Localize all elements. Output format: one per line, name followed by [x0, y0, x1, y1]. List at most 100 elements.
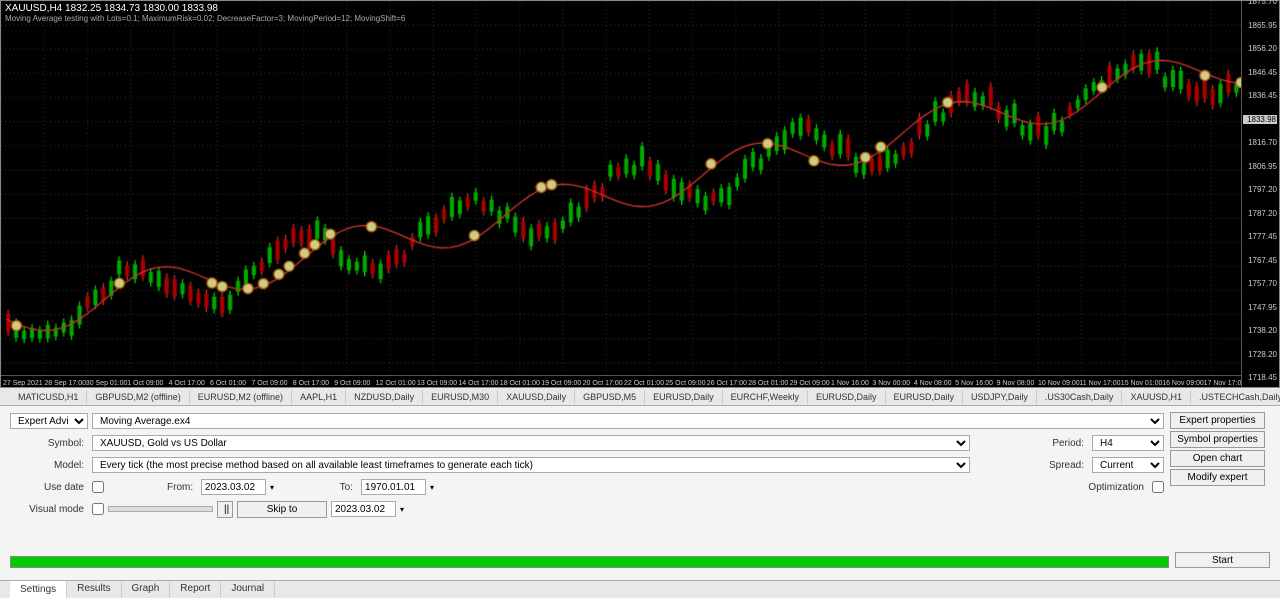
x-tick: 30 Sep 01:00 [86, 380, 128, 387]
x-tick: 9 Oct 09:00 [334, 380, 370, 387]
x-tick: 4 Oct 17:00 [169, 380, 205, 387]
instrument-tab[interactable]: GBPUSD,M5 [575, 390, 645, 404]
x-tick: 26 Oct 17:00 [707, 380, 747, 387]
optimization-checkbox[interactable] [1152, 481, 1164, 493]
instrument-tab[interactable]: EURUSD,Daily [886, 390, 964, 404]
tester-tab-journal[interactable]: Journal [221, 581, 275, 598]
tester-panel: Expert Advisor Moving Average.ex4 Symbol… [0, 406, 1280, 580]
x-tick: 9 Nov 08:00 [997, 380, 1035, 387]
advisor-type-select[interactable]: Expert Advisor [10, 413, 88, 429]
skipto-button[interactable]: Skip to [237, 501, 327, 518]
tester-tab-report[interactable]: Report [170, 581, 221, 598]
modify-expert-button[interactable]: Modify expert [1170, 469, 1265, 486]
symbol-properties-button[interactable]: Symbol properties [1170, 431, 1265, 448]
y-tick: 1865.95 [1243, 21, 1277, 30]
y-tick: 1856.20 [1243, 44, 1277, 53]
period-select[interactable]: H4 [1092, 435, 1164, 451]
expert-properties-button[interactable]: Expert properties [1170, 412, 1265, 429]
y-tick: 1718.45 [1243, 373, 1277, 382]
x-tick: 5 Nov 16:00 [955, 380, 993, 387]
x-axis: 27 Sep 202128 Sep 17:0030 Sep 01:001 Oct… [1, 375, 1241, 387]
open-chart-button[interactable]: Open chart [1170, 450, 1265, 467]
start-button[interactable]: Start [1175, 552, 1270, 568]
chart-header: XAUUSD,H4 1832.25 1834.73 1830.00 1833.9… [5, 3, 405, 23]
x-tick: 29 Oct 09:00 [790, 380, 830, 387]
instrument-tab[interactable]: .US30Cash,Daily [1037, 390, 1123, 404]
y-tick: 1816.70 [1243, 138, 1277, 147]
model-select[interactable]: Every tick (the most precise method base… [92, 457, 970, 473]
instrument-tab[interactable]: EURUSD,M2 (offline) [190, 390, 292, 404]
y-tick: 1797.20 [1243, 185, 1277, 194]
y-tick: 1777.45 [1243, 232, 1277, 241]
instrument-tab[interactable]: NZDUSD,Daily [346, 390, 423, 404]
tester-tab-results[interactable]: Results [67, 581, 121, 598]
usedate-checkbox[interactable] [92, 481, 104, 493]
tester-tabs[interactable]: SettingsResultsGraphReportJournal [0, 580, 1280, 598]
chart-area[interactable]: XAUUSD,H4 1832.25 1834.73 1830.00 1833.9… [0, 0, 1280, 388]
instrument-tab[interactable]: EURCHF,Weekly [723, 390, 808, 404]
x-tick: 25 Oct 09:00 [665, 380, 705, 387]
x-tick: 28 Oct 01:00 [748, 380, 788, 387]
y-tick: 1806.95 [1243, 162, 1277, 171]
skipto-date-picker-icon[interactable]: ▾ [400, 505, 404, 514]
x-tick: 10 Nov 09:00 [1038, 380, 1080, 387]
y-tick: 1738.20 [1243, 326, 1277, 335]
x-tick: 6 Oct 01:00 [210, 380, 246, 387]
visual-checkbox[interactable] [92, 503, 104, 515]
skipto-date-input[interactable] [331, 501, 396, 517]
spread-select[interactable]: Current [1092, 457, 1164, 473]
progress-bar [10, 556, 1169, 568]
tester-tab-settings[interactable]: Settings [10, 581, 67, 598]
to-label: To: [337, 482, 357, 493]
visual-label: Visual mode [10, 504, 88, 515]
x-tick: 4 Nov 08:00 [914, 380, 952, 387]
x-tick: 11 Nov 17:00 [1079, 380, 1120, 387]
to-date-picker-icon[interactable]: ▾ [430, 483, 434, 492]
speed-slider[interactable] [108, 506, 213, 512]
x-tick: 27 Sep 2021 [3, 380, 43, 387]
x-tick: 8 Oct 17:00 [293, 380, 329, 387]
from-date-input[interactable] [201, 479, 266, 495]
x-tick: 13 Oct 09:00 [417, 380, 457, 387]
y-tick: 1836.45 [1243, 91, 1277, 100]
instrument-tab[interactable]: .USTECHCash,Daily [1191, 390, 1280, 404]
pause-button[interactable]: || [217, 501, 233, 518]
x-tick: 20 Oct 17:00 [583, 380, 623, 387]
instrument-tab[interactable]: EURUSD,M30 [423, 390, 498, 404]
instrument-tab[interactable]: EURUSD,Daily [645, 390, 723, 404]
y-tick: 1747.95 [1243, 303, 1277, 312]
x-tick: 19 Oct 09:00 [541, 380, 581, 387]
x-tick: 18 Oct 01:00 [500, 380, 540, 387]
y-tick: 1875.70 [1243, 0, 1277, 6]
instrument-tab[interactable]: MATICUSD,H1 [10, 390, 87, 404]
x-tick: 7 Oct 09:00 [251, 380, 287, 387]
symbol-label: Symbol: [10, 438, 88, 449]
instrument-tabs[interactable]: MATICUSD,H1GBPUSD,M2 (offline)EURUSD,M2 … [0, 388, 1280, 406]
x-tick: 15 Nov 01:00 [1121, 380, 1163, 387]
advisor-file-select[interactable]: Moving Average.ex4 [92, 413, 1164, 429]
to-date-input[interactable] [361, 479, 426, 495]
instrument-tab[interactable]: GBPUSD,M2 (offline) [87, 390, 189, 404]
y-tick: 1757.70 [1243, 279, 1277, 288]
x-tick: 1 Nov 16:00 [831, 380, 869, 387]
x-tick: 16 Nov 09:00 [1162, 380, 1204, 387]
instrument-tab[interactable]: EURUSD,Daily [808, 390, 886, 404]
period-label: Period: [1038, 438, 1088, 449]
usedate-label: Use date [10, 482, 88, 493]
x-tick: 28 Sep 17:00 [44, 380, 86, 387]
current-price-marker: 1833.98 [1243, 115, 1277, 124]
from-date-picker-icon[interactable]: ▾ [270, 483, 274, 492]
chart-subtitle: Moving Average testing with Lots=0.1; Ma… [5, 14, 405, 23]
chart-canvas[interactable] [1, 1, 1279, 387]
tester-tab-graph[interactable]: Graph [122, 581, 171, 598]
instrument-tab[interactable]: XAUUSD,Daily [498, 390, 575, 404]
x-tick: 3 Nov 00:00 [872, 380, 910, 387]
x-tick: 22 Oct 01:00 [624, 380, 664, 387]
symbol-select[interactable]: XAUUSD, Gold vs US Dollar [92, 435, 970, 451]
model-label: Model: [10, 460, 88, 471]
instrument-tab[interactable]: USDJPY,Daily [963, 390, 1037, 404]
x-tick: 14 Oct 17:00 [458, 380, 498, 387]
optimization-label: Optimization [1088, 482, 1148, 493]
instrument-tab[interactable]: AAPL,H1 [292, 390, 346, 404]
instrument-tab[interactable]: XAUUSD,H1 [1122, 390, 1191, 404]
